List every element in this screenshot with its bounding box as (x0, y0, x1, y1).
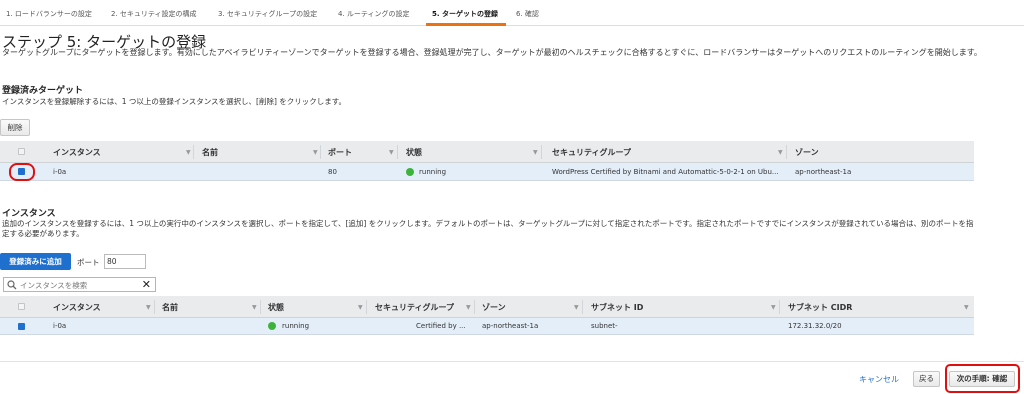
port-label: ポート (77, 258, 100, 267)
row-checkbox[interactable] (18, 323, 25, 330)
column-divider (193, 145, 194, 159)
sort-caret-icon[interactable]: ▼ (533, 149, 538, 156)
sort-caret-icon[interactable]: ▼ (186, 149, 191, 156)
col-zone[interactable]: ゾーン (795, 147, 819, 158)
table-row[interactable]: i-0a 80 running WordPress Certified by B… (0, 163, 974, 181)
sort-caret-icon[interactable]: ▼ (466, 304, 471, 311)
cell-zone: ap-northeast-1a (795, 168, 852, 176)
highlight-ring-checkbox (9, 163, 35, 181)
col-zone[interactable]: ゾーン (482, 302, 506, 313)
search-placeholder: インスタンスを検索 (20, 281, 88, 290)
highlight-ring-next (945, 364, 1020, 393)
col-security-group[interactable]: セキュリティグループ (552, 147, 631, 158)
registered-targets-table: インスタンス ▼ 名前 ▼ ポート ▼ 状態 ▼ セキュリティグループ ▼ ゾー… (0, 141, 974, 181)
clear-search-icon[interactable]: ✕ (142, 278, 151, 291)
select-all-checkbox[interactable] (18, 303, 25, 310)
col-security-group[interactable]: セキュリティグループ (375, 302, 454, 313)
remove-button[interactable]: 削除 (0, 119, 30, 136)
wizard-steps: 1. ロードバランサーの設定 2. セキュリティ設定の構成 3. セキュリティグ… (0, 0, 1024, 26)
col-subnet-id[interactable]: サブネット ID (591, 302, 643, 313)
col-port[interactable]: ポート (328, 147, 352, 158)
registered-targets-title: 登録済みターゲット (2, 86, 84, 96)
column-divider (320, 145, 321, 159)
cell-zone: ap-northeast-1a (482, 322, 539, 330)
cell-subnet-cidr: 172.31.32.0/20 (788, 322, 842, 330)
sort-caret-icon[interactable]: ▼ (358, 304, 363, 311)
column-divider (786, 145, 787, 159)
search-icon (7, 280, 17, 290)
instance-search-input[interactable]: インスタンスを検索 ✕ (3, 277, 156, 292)
col-name[interactable]: 名前 (202, 147, 218, 158)
cell-subnet-id: subnet- (591, 322, 618, 330)
sort-caret-icon[interactable]: ▼ (771, 304, 776, 311)
col-name[interactable]: 名前 (162, 302, 178, 313)
col-instance[interactable]: インスタンス (53, 147, 101, 158)
instances-table: インスタンス ▼ 名前 ▼ 状態 ▼ セキュリティグループ ▼ ゾーン ▼ サブ… (0, 296, 974, 335)
wizard-step-5[interactable]: 5. ターゲットの登録 (432, 9, 498, 19)
column-divider (397, 145, 398, 159)
sort-caret-icon[interactable]: ▼ (778, 149, 783, 156)
cell-security-group: Certified by ... (416, 322, 466, 330)
instances-table-header: インスタンス ▼ 名前 ▼ 状態 ▼ セキュリティグループ ▼ ゾーン ▼ サブ… (0, 296, 974, 318)
col-status[interactable]: 状態 (268, 302, 284, 313)
cell-port: 80 (328, 168, 337, 176)
column-divider (779, 300, 780, 314)
page-intro: ターゲットグループにターゲットを登録します。有効にしたアベイラビリティーゾーンで… (2, 48, 982, 57)
instances-title: インスタンス (2, 209, 56, 219)
column-divider (154, 300, 155, 314)
column-divider (582, 300, 583, 314)
table-row[interactable]: i-0a running Certified by ... ap-northea… (0, 318, 974, 335)
registered-targets-desc: インスタンスを登録解除するには、1 つ以上の登録インスタンスを選択し、[削除] … (2, 97, 347, 106)
col-subnet-cidr[interactable]: サブネット CIDR (788, 302, 852, 313)
column-divider (541, 145, 542, 159)
column-divider (474, 300, 475, 314)
running-status-icon (268, 322, 276, 330)
cell-status: running (282, 322, 310, 330)
sort-caret-icon[interactable]: ▼ (574, 304, 579, 311)
registered-table-header: インスタンス ▼ 名前 ▼ ポート ▼ 状態 ▼ セキュリティグループ ▼ ゾー… (0, 141, 974, 163)
wizard-step-3[interactable]: 3. セキュリティグループの設定 (218, 9, 317, 19)
col-status[interactable]: 状態 (406, 147, 422, 158)
wizard-step-6[interactable]: 6. 確認 (516, 9, 539, 19)
cell-instance: i-0a (53, 322, 67, 330)
sort-caret-icon[interactable]: ▼ (146, 304, 151, 311)
cell-status: running (419, 168, 447, 176)
sort-caret-icon[interactable]: ▼ (389, 149, 394, 156)
port-input[interactable]: 80 (104, 254, 146, 269)
footer-divider (0, 361, 1024, 362)
running-status-icon (406, 168, 414, 176)
back-button[interactable]: 戻る (913, 371, 940, 387)
sort-caret-icon[interactable]: ▼ (964, 304, 969, 311)
add-to-registered-button[interactable]: 登録済みに追加 (0, 253, 71, 270)
sort-caret-icon[interactable]: ▼ (252, 304, 257, 311)
sort-caret-icon[interactable]: ▼ (313, 149, 318, 156)
active-step-indicator (426, 23, 506, 26)
instances-desc: 追加のインスタンスを登録するには、1 つ以上の実行中のインスタンスを選択し、ポー… (2, 219, 974, 238)
cell-instance: i-0a (53, 168, 67, 176)
col-instance[interactable]: インスタンス (53, 302, 101, 313)
cancel-link[interactable]: キャンセル (859, 374, 899, 385)
wizard-step-2[interactable]: 2. セキュリティ設定の構成 (111, 9, 196, 19)
column-divider (260, 300, 261, 314)
wizard-step-4[interactable]: 4. ルーティングの設定 (338, 9, 409, 19)
column-divider (366, 300, 367, 314)
select-all-checkbox[interactable] (18, 148, 25, 155)
cell-security-group: WordPress Certified by Bitnami and Autom… (552, 168, 779, 176)
wizard-step-1[interactable]: 1. ロードバランサーの設定 (6, 9, 92, 19)
